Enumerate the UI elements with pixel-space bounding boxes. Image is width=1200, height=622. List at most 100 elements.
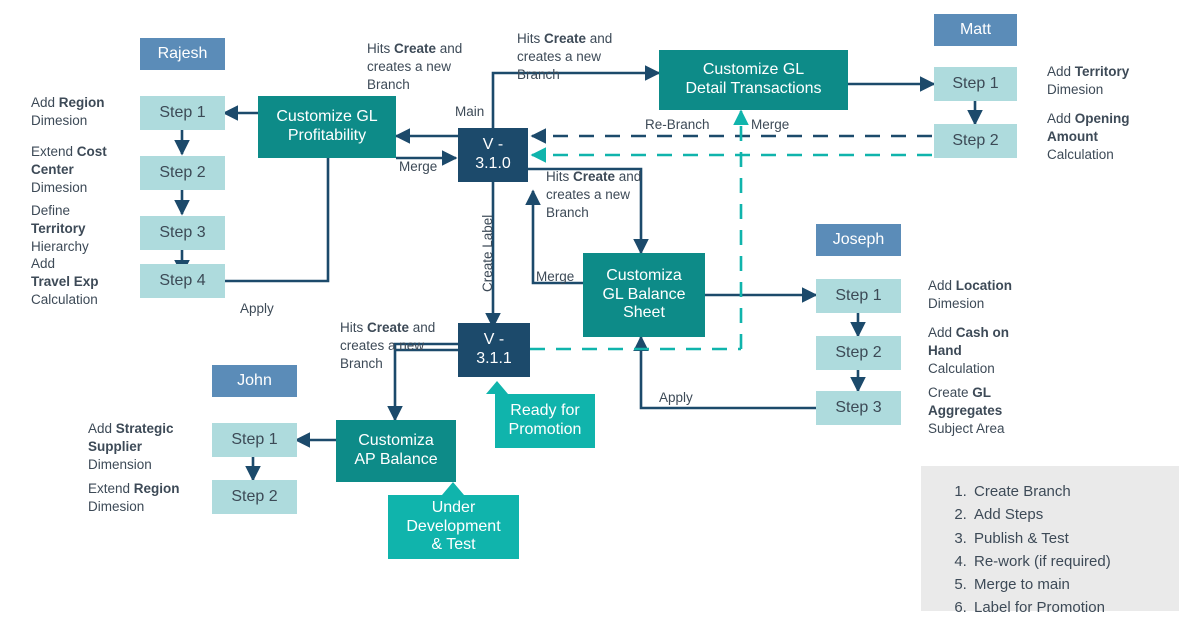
step-box-matt-2[interactable]: Step 2 — [934, 124, 1017, 158]
note-emphasis: Territory — [31, 220, 86, 236]
version-box-v311[interactable]: V - 3.1.1 — [458, 323, 530, 377]
label-part: creates a new — [340, 337, 425, 353]
step-box-matt-1[interactable]: Step 1 — [934, 67, 1017, 101]
note-suffix: Dimesion — [1047, 81, 1104, 97]
note-suffix: Calculation — [928, 360, 995, 376]
step-label: Step 2 — [835, 343, 882, 361]
version-box-v310[interactable]: V - 3.1.0 — [458, 128, 528, 182]
edge-label-main: Main — [455, 104, 485, 119]
person-name: Matt — [959, 20, 992, 38]
label-part: and — [615, 169, 642, 184]
label-part: Branch — [367, 76, 410, 92]
edge-label-merge-left: Merge — [399, 159, 438, 174]
note-rajesh-3: Define Territory Hierarchy — [31, 202, 135, 256]
label-part: Branch — [517, 66, 560, 82]
note-prefix: Add — [1047, 111, 1075, 126]
branch-box-ap-balance[interactable]: Customiza AP Balance — [336, 420, 456, 482]
note-suffix: Dimesion — [31, 112, 88, 128]
person-header-rajesh: Rajesh — [140, 38, 225, 70]
label-part: and — [586, 31, 613, 46]
note-matt-1: Add Territory Dimesion — [1047, 63, 1162, 99]
legend-item: Label for Promotion — [971, 596, 1161, 619]
person-header-joseph: Joseph — [816, 224, 901, 256]
note-suffix: Dimesion — [88, 498, 145, 514]
note-emphasis: Travel Exp — [31, 273, 99, 289]
note-joseph-1: Add Location Dimesion — [928, 277, 1033, 313]
edge-label-hits-create-profitability: Hits Create and creates a new Branch — [367, 40, 487, 94]
step-box-rajesh-4[interactable]: Step 4 — [140, 264, 225, 298]
label-part: Hits — [340, 320, 367, 335]
note-rajesh-1: Add Region Dimesion — [31, 94, 135, 130]
label-emphasis: Create — [544, 31, 587, 46]
label-part: and — [436, 41, 463, 56]
label-part: creates a new — [546, 186, 631, 202]
person-name: John — [237, 371, 272, 389]
note-rajesh-4: Add Travel Exp Calculation — [31, 255, 135, 309]
note-prefix: Add — [31, 256, 56, 271]
note-prefix: Add — [928, 278, 956, 293]
note-suffix: Calculation — [31, 291, 98, 307]
note-prefix: Create — [928, 385, 973, 400]
step-box-john-2[interactable]: Step 2 — [212, 480, 297, 514]
callout-ready-for-promotion: Ready for Promotion — [495, 394, 595, 448]
legend-item: Create Branch — [971, 480, 1161, 503]
edge-label-hits-create-balance: Hits Create and creates a new Branch — [546, 168, 646, 222]
callout-under-development-test: Under Development & Test — [388, 495, 519, 559]
note-emphasis: Territory — [1074, 64, 1130, 79]
label-part: Hits — [517, 31, 544, 46]
note-emphasis: Region — [133, 481, 180, 496]
step-label: Step 2 — [952, 131, 999, 149]
step-box-john-1[interactable]: Step 1 — [212, 423, 297, 457]
edge-label-apply-rajesh: Apply — [240, 301, 274, 316]
label-emphasis: Create — [394, 41, 437, 56]
diagram-canvas: Rajesh Step 1 Step 2 Step 3 Step 4 Add R… — [0, 0, 1200, 622]
note-suffix: Calculation — [1047, 146, 1114, 162]
step-box-joseph-3[interactable]: Step 3 — [816, 391, 901, 425]
edge-label-create-label: Create Label — [480, 214, 495, 292]
branch-box-balance-sheet[interactable]: Customiza GL Balance Sheet — [583, 253, 705, 337]
person-header-matt: Matt — [934, 14, 1017, 46]
step-label: Step 2 — [231, 487, 278, 505]
step-box-rajesh-2[interactable]: Step 2 — [140, 156, 225, 190]
note-suffix: Dimesion — [31, 179, 88, 195]
step-box-joseph-1[interactable]: Step 1 — [816, 279, 901, 313]
edge-label-hits-create-ap: Hits Create and creates a new Branch — [340, 319, 460, 373]
note-suffix: Subject Area — [928, 420, 1005, 436]
note-prefix: Add — [928, 325, 956, 340]
legend-panel: Create Branch Add Steps Publish & Test R… — [921, 466, 1179, 616]
step-label: Step 1 — [159, 103, 206, 121]
callout-pointer-ready — [486, 381, 508, 394]
legend-list: Create Branch Add Steps Publish & Test R… — [955, 480, 1161, 620]
step-box-rajesh-3[interactable]: Step 3 — [140, 216, 225, 250]
note-rajesh-2: Extend Cost Center Dimesion — [31, 143, 135, 197]
legend-item: Publish & Test — [971, 527, 1161, 550]
step-label: Step 3 — [159, 223, 206, 241]
note-emphasis: Region — [58, 95, 105, 110]
note-prefix: Extend — [31, 144, 77, 159]
note-prefix: Add — [88, 421, 116, 436]
step-label: Step 3 — [835, 398, 882, 416]
legend-item: Merge to main — [971, 573, 1161, 596]
edge-label-merge-center: Merge — [536, 269, 575, 284]
branch-box-detail-transactions[interactable]: Customize GL Detail Transactions — [659, 50, 848, 110]
note-prefix: Extend — [88, 481, 134, 496]
edge-label-merge-right: Merge — [751, 117, 790, 132]
person-name: Rajesh — [157, 44, 208, 62]
legend-item: Re-work (if required) — [971, 550, 1161, 573]
edge-label-re-branch: Re-Branch — [645, 117, 710, 132]
label-emphasis: Create — [573, 169, 616, 184]
note-joseph-2: Add Cash on Hand Calculation — [928, 324, 1033, 378]
step-box-joseph-2[interactable]: Step 2 — [816, 336, 901, 370]
step-box-rajesh-1[interactable]: Step 1 — [140, 96, 225, 130]
note-john-1: Add Strategic Supplier Dimension — [88, 420, 206, 474]
label-part: and — [409, 320, 436, 335]
step-label: Step 1 — [231, 430, 278, 448]
legend-item: Add Steps — [971, 503, 1161, 526]
branch-box-profitability[interactable]: Customize GL Profitability — [258, 96, 396, 158]
step-label: Step 1 — [952, 74, 999, 92]
label-part: creates a new — [517, 48, 602, 64]
label-part: Hits — [546, 169, 573, 184]
person-header-john: John — [212, 365, 297, 397]
label-part: Branch — [546, 204, 589, 220]
note-suffix: Hierarchy — [31, 238, 89, 254]
